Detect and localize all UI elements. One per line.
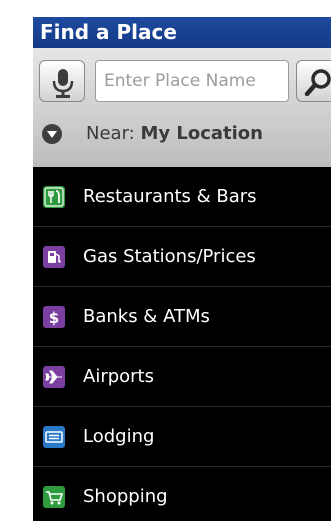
list-item-shopping[interactable]: Shopping (33, 467, 331, 521)
list-item-restaurants-bars[interactable]: Restaurants & Bars (33, 167, 331, 227)
chevron-down-icon (42, 124, 62, 144)
near-location-value: My Location (140, 123, 263, 144)
category-label: Airports (83, 366, 154, 387)
restaurant-icon (43, 186, 65, 208)
svg-text:$: $ (49, 309, 59, 327)
list-item-lodging[interactable]: Lodging (33, 407, 331, 467)
category-label: Restaurants & Bars (83, 186, 257, 207)
gas-pump-icon (43, 246, 65, 268)
dollar-icon: $ (43, 306, 65, 328)
bed-icon (43, 426, 65, 448)
category-list: Restaurants & Bars Gas Stations/Prices $… (33, 167, 331, 521)
find-a-place-screen: Find a Place Near: My Location (33, 17, 331, 521)
near-label: Near: My Location (86, 123, 263, 144)
search-button[interactable] (296, 60, 331, 102)
shopping-cart-icon (43, 486, 65, 508)
page-title: Find a Place (33, 17, 331, 48)
category-label: Lodging (83, 426, 155, 447)
category-label: Gas Stations/Prices (83, 246, 256, 267)
search-panel: Near: My Location (33, 48, 331, 167)
microphone-icon (52, 69, 74, 98)
category-label: Banks & ATMs (83, 306, 210, 327)
list-item-airports[interactable]: Airports (33, 347, 331, 407)
place-name-input[interactable] (95, 60, 289, 102)
category-label: Shopping (83, 486, 168, 507)
voice-search-button[interactable] (39, 60, 85, 102)
list-item-banks-atms[interactable]: $ Banks & ATMs (33, 287, 331, 347)
near-location-selector[interactable]: Near: My Location (33, 112, 331, 156)
list-item-gas-stations[interactable]: Gas Stations/Prices (33, 227, 331, 287)
search-icon (304, 69, 331, 97)
airplane-icon (43, 366, 65, 388)
